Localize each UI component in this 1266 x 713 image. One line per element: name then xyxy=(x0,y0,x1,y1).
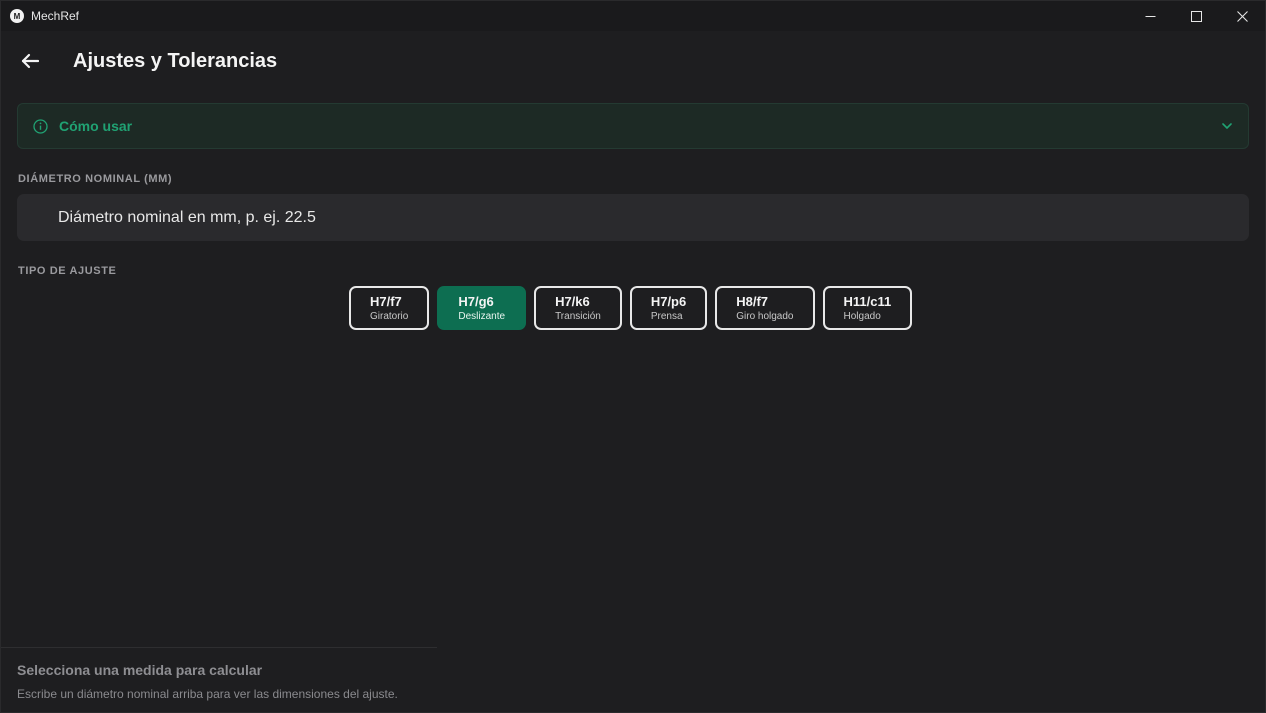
fit-option-code: H8/f7 xyxy=(736,293,769,309)
diameter-section-label: DIÁMETRO NOMINAL (MM) xyxy=(18,173,173,185)
chevron-down-icon xyxy=(1221,120,1233,132)
how-to-use-accordion[interactable]: Cómo usar xyxy=(17,103,1249,149)
fit-option-code: H7/g6 xyxy=(458,293,494,309)
how-to-use-label: Cómo usar xyxy=(59,118,133,134)
diameter-input[interactable] xyxy=(17,194,1249,241)
fit-option-h11-c11[interactable]: H11/c11 Holgado xyxy=(822,286,913,330)
fit-option-h7-p6[interactable]: H7/p6 Prensa xyxy=(629,286,708,330)
close-icon xyxy=(1236,10,1248,22)
title-bar: M MechRef xyxy=(1,1,1265,31)
app-window: M MechRef Ajustes y Tolerancias Cómo usa… xyxy=(0,0,1266,713)
fit-option-description: Prensa xyxy=(650,310,683,322)
minimize-button[interactable] xyxy=(1127,1,1173,31)
fit-option-code: H7/k6 xyxy=(555,293,590,309)
window-controls xyxy=(1127,1,1265,31)
back-button[interactable] xyxy=(18,49,42,73)
result-panel-subtitle: Escribe un diámetro nominal arriba para … xyxy=(17,687,398,701)
maximize-icon xyxy=(1190,10,1202,22)
minimize-icon xyxy=(1145,15,1155,17)
fit-option-h7-g6[interactable]: H7/g6 Deslizante xyxy=(437,286,527,330)
fit-option-description: Deslizante xyxy=(458,310,506,322)
fit-type-selector: H7/f7 Giratorio H7/g6 Deslizante H7/k6 Transi… xyxy=(349,286,913,330)
app-logo-icon: M xyxy=(10,9,24,23)
fit-option-description: Transición xyxy=(555,310,601,322)
page-header: Ajustes y Tolerancias xyxy=(1,31,1265,91)
fit-option-description: Giro holgado xyxy=(736,310,794,322)
fit-option-description: Giratorio xyxy=(370,310,409,322)
maximize-button[interactable] xyxy=(1173,1,1219,31)
fit-option-code: H7/p6 xyxy=(650,293,687,309)
result-panel: Selecciona una medida para calcular Escr… xyxy=(1,647,437,713)
fit-option-h7-k6[interactable]: H7/k6 Transición xyxy=(534,286,622,330)
fit-option-code: H11/c11 xyxy=(843,293,892,309)
app-title: MechRef xyxy=(31,9,80,23)
fit-option-h7-f7[interactable]: H7/f7 Giratorio xyxy=(349,286,430,330)
fit-option-h8-f7[interactable]: H8/f7 Giro holgado xyxy=(715,286,815,330)
fit-type-section-label: TIPO DE AJUSTE xyxy=(18,265,117,277)
close-button[interactable] xyxy=(1219,1,1265,31)
result-panel-title: Selecciona una medida para calcular xyxy=(17,662,263,678)
fit-option-description: Holgado xyxy=(843,310,881,322)
info-icon xyxy=(33,118,48,134)
page-title: Ajustes y Tolerancias xyxy=(73,50,278,72)
fit-option-code: H7/f7 xyxy=(370,293,402,309)
arrow-left-icon xyxy=(21,53,39,69)
